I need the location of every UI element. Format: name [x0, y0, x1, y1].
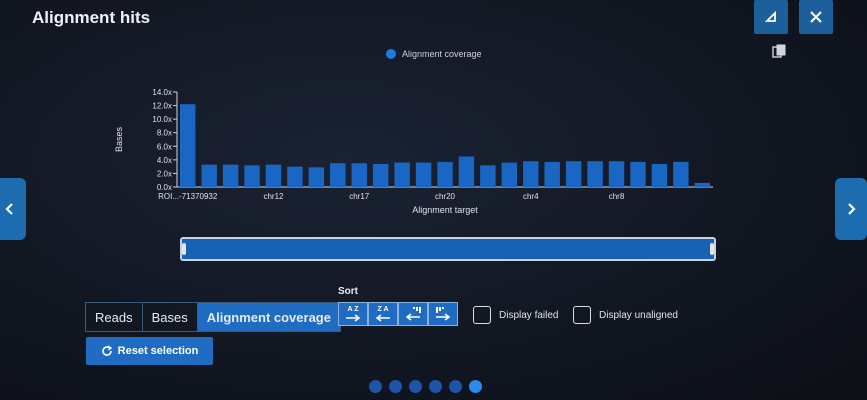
sort-az-icon: [346, 314, 361, 322]
coverage-bar: [630, 161, 646, 187]
y-tick-label: 12.0x: [152, 102, 172, 111]
x-tick-label: chr20: [435, 192, 456, 201]
chevron-right-icon: [848, 203, 856, 215]
close-button[interactable]: [799, 0, 833, 34]
y-tick-label: 8.0x: [157, 129, 172, 138]
y-tick-label: 4.0x: [157, 156, 172, 165]
next-page-button[interactable]: [835, 178, 867, 240]
display-unaligned-option[interactable]: Display unaligned: [573, 306, 678, 324]
reset-selection-label: Reset selection: [117, 345, 199, 357]
coverage-bar: [608, 161, 625, 187]
coverage-bar: [394, 162, 410, 187]
chevron-left-icon: [5, 203, 13, 215]
coverage-chart: 0.0x 2.0x 4.0x 6.0x 8.0x 10.0x 12.0x 14.0x ROI..…: [114, 88, 713, 215]
pager-dot[interactable]: [369, 380, 382, 393]
sort-desc-icon: [405, 307, 421, 321]
sort-asc-button[interactable]: [428, 302, 458, 326]
pager-dot[interactable]: [389, 380, 402, 393]
coverage-bar: [544, 161, 560, 187]
display-unaligned-checkbox[interactable]: [573, 306, 591, 324]
y-tick-label: 14.0x: [152, 88, 172, 97]
y-tick-label: 6.0x: [157, 142, 172, 151]
coverage-bar: [673, 161, 689, 187]
coverage-bar: [308, 167, 325, 187]
collapse-button[interactable]: [754, 0, 788, 34]
coverage-bar: [523, 161, 539, 187]
reset-selection-button[interactable]: Reset selection: [86, 337, 213, 365]
display-failed-checkbox[interactable]: [473, 306, 491, 324]
sort-desc-button[interactable]: [398, 302, 428, 326]
coverage-bar: [694, 182, 710, 187]
tab-bases[interactable]: Bases: [143, 303, 198, 331]
refresh-icon: [101, 345, 112, 356]
x-tick-label: ROI...-71370932: [158, 192, 218, 201]
coverage-bar: [651, 163, 668, 187]
view-tabs: Reads Bases Alignment coverage: [85, 302, 341, 332]
coverage-bar: [244, 165, 260, 187]
x-axis-label: Alignment target: [412, 205, 478, 215]
x-tick-label: chr12: [263, 192, 284, 201]
y-tick-label: 2.0x: [157, 169, 172, 178]
prev-page-button[interactable]: [0, 178, 26, 240]
coverage-bar: [458, 156, 475, 187]
sort-az-button[interactable]: A Z: [338, 302, 368, 326]
pager-dot[interactable]: [429, 380, 442, 393]
sort-asc-icon: [436, 307, 451, 321]
y-tick-label: 0.0x: [157, 183, 172, 192]
x-tick-label: chr4: [523, 192, 539, 201]
coverage-bar: [587, 161, 603, 187]
sort-label: Sort: [338, 286, 358, 297]
sort-za-icon: [375, 314, 390, 322]
sort-buttons: A Z Z A: [338, 302, 458, 326]
sort-az-text: A Z: [347, 306, 359, 313]
coverage-bar: [437, 161, 453, 187]
y-axis-label: Bases: [114, 126, 124, 152]
page-title: Alignment hits: [32, 8, 151, 27]
coverage-bar: [565, 161, 582, 187]
display-failed-label: Display failed: [499, 309, 559, 321]
x-tick-label: chr8: [609, 192, 625, 201]
coverage-bar: [180, 104, 196, 187]
coverage-bar: [480, 165, 496, 187]
tab-reads[interactable]: Reads: [86, 303, 143, 331]
coverage-bar: [415, 162, 432, 187]
legend-label: Alignment coverage: [402, 49, 482, 59]
display-failed-option[interactable]: Display failed: [473, 306, 558, 324]
x-tick-label: chr17: [349, 192, 370, 201]
scrollbar-left-handle[interactable]: [182, 243, 186, 255]
sort-za-text: Z A: [377, 306, 389, 313]
coverage-bar: [222, 164, 239, 187]
close-icon: [810, 11, 822, 23]
page-indicator: [369, 380, 482, 393]
coverage-bar: [201, 164, 217, 187]
collapse-icon: [764, 10, 776, 22]
coverage-bar: [351, 163, 367, 187]
display-unaligned-label: Display unaligned: [599, 309, 678, 321]
coverage-bar: [501, 162, 518, 187]
chart-range-scrollbar[interactable]: [180, 237, 716, 261]
pager-dot[interactable]: [449, 380, 462, 393]
coverage-bar: [287, 166, 303, 187]
sort-za-button[interactable]: Z A: [368, 302, 398, 326]
tab-alignment-coverage[interactable]: Alignment coverage: [197, 303, 340, 331]
copy-icon[interactable]: [772, 44, 786, 58]
scrollbar-right-handle[interactable]: [710, 243, 714, 255]
legend-marker: [386, 49, 396, 59]
y-tick-label: 10.0x: [152, 115, 172, 124]
coverage-bar: [372, 163, 389, 187]
coverage-bar: [330, 163, 346, 187]
coverage-bar: [265, 164, 282, 187]
chart-legend[interactable]: Alignment coverage: [386, 49, 482, 59]
pager-dot[interactable]: [469, 380, 482, 393]
pager-dot[interactable]: [409, 380, 422, 393]
